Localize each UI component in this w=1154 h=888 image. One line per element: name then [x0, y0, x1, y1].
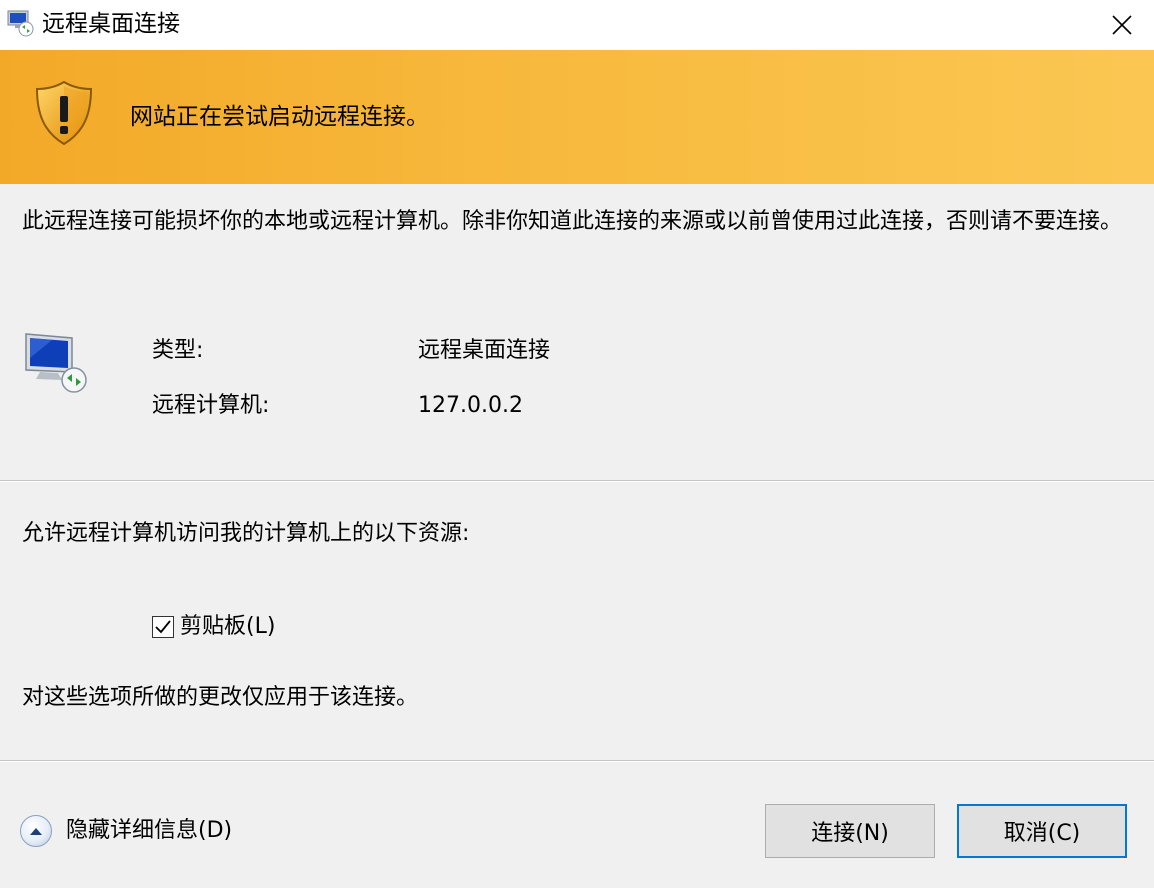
- remote-computer-icon: [25, 333, 87, 393]
- type-value: 远程桌面连接: [418, 338, 551, 363]
- remote-desktop-icon: [7, 10, 34, 37]
- changes-note: 对这些选项所做的更改仅应用于该连接。: [22, 685, 419, 710]
- hide-details-toggle[interactable]: 隐藏详细信息(D): [20, 815, 232, 847]
- cancel-button[interactable]: 取消(C): [957, 804, 1127, 858]
- warning-shield-icon: [35, 80, 93, 146]
- title-bar: 远程桌面连接: [0, 0, 1154, 50]
- clipboard-checkbox[interactable]: 剪贴板(L): [152, 612, 275, 642]
- divider: [0, 480, 1154, 482]
- connect-button[interactable]: 连接(N): [765, 804, 935, 858]
- close-button[interactable]: [1090, 0, 1154, 50]
- warning-banner: 网站正在尝试启动远程连接。: [0, 50, 1154, 184]
- hide-details-label[interactable]: 隐藏详细信息(D): [66, 816, 232, 846]
- close-icon: [1112, 15, 1132, 35]
- collapse-icon[interactable]: [20, 815, 52, 847]
- window-title: 远程桌面连接: [42, 11, 180, 37]
- connection-info-panel: 此远程连接可能损坏你的本地或远程计算机。除非你知道此连接的来源或以前曾使用过此连…: [0, 184, 1154, 480]
- type-label: 类型:: [152, 338, 204, 363]
- banner-message: 网站正在尝试启动远程连接。: [130, 104, 429, 130]
- checkbox-box[interactable]: [152, 616, 174, 638]
- remote-computer-value: 127.0.0.2: [418, 393, 523, 418]
- divider: [0, 760, 1154, 762]
- chevron-up-icon: [30, 828, 42, 835]
- resources-heading: 允许远程计算机访问我的计算机上的以下资源:: [22, 521, 470, 546]
- clipboard-label[interactable]: 剪贴板(L): [180, 612, 275, 642]
- remote-computer-label: 远程计算机:: [152, 393, 270, 418]
- warning-message: 此远程连接可能损坏你的本地或远程计算机。除非你知道此连接的来源或以前曾使用过此连…: [22, 209, 1123, 234]
- checkmark-icon: [155, 620, 171, 634]
